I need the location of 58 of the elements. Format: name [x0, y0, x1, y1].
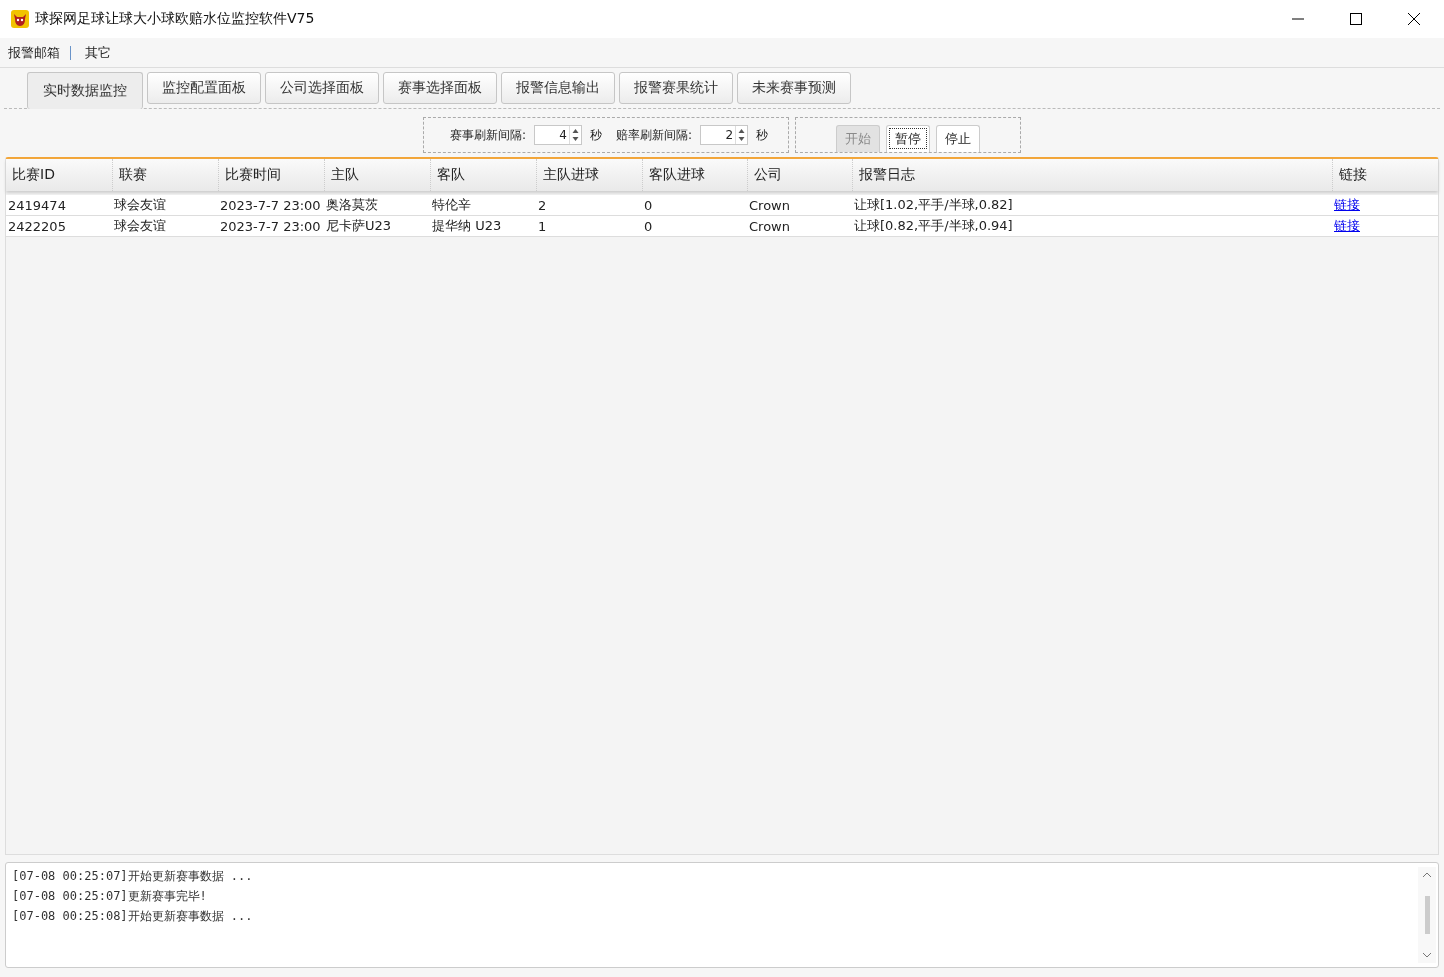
link[interactable]: 链接 [1332, 195, 1440, 215]
tab[interactable]: 实时数据监控 [27, 72, 143, 109]
column-header: 链接 [1332, 159, 1440, 191]
table-cell-text: 尼卡萨U23 [325, 217, 393, 235]
table-cell-text: 2023-7-7 23:00 [219, 196, 322, 215]
link[interactable]: 链接 [1332, 216, 1440, 236]
column-header: 客队 [430, 159, 536, 191]
column-header: 公司 [747, 159, 852, 191]
tab[interactable]: 报警信息输出 [501, 72, 615, 104]
table-cell-text: 2 [537, 196, 548, 215]
table-cell-text: 0 [643, 217, 654, 236]
table-cell-text: 让球[0.82,平手/半球,0.94] [853, 217, 1014, 235]
scrollbar[interactable] [1418, 867, 1436, 963]
table-cell-text: 特伦辛 [431, 196, 472, 214]
column-header: 比赛时间 [218, 159, 324, 191]
number-spinner[interactable]: 4 [534, 125, 582, 145]
tab[interactable]: 赛事选择面板 [383, 72, 497, 104]
table-cell-text: 1 [537, 217, 548, 236]
column-header: 比赛ID [11, 165, 56, 184]
interval-label: 赛事刷新间隔: [449, 126, 526, 144]
action-button[interactable]: 暂停 [886, 125, 931, 152]
column-header: 主队 [324, 159, 430, 191]
table-cell-text: 2419474 [7, 196, 67, 215]
log-line: [07-08 00:25:08]开始更新赛事数据 ... [12, 908, 254, 925]
tab[interactable]: 公司选择面板 [265, 72, 379, 104]
table-cell-text: Crown [748, 217, 791, 236]
table-cell-text: 让球[1.02,平手/半球,0.82] [853, 196, 1014, 214]
window-title: 球探网足球让球大小球欧赔水位监控软件V75 [35, 10, 315, 28]
table-cell-text: 0 [643, 196, 654, 215]
tab[interactable]: 监控配置面板 [147, 72, 261, 104]
action-button[interactable]: 停止 [936, 125, 981, 152]
tab[interactable]: 报警赛果统计 [619, 72, 733, 104]
menu-item[interactable]: 报警邮箱 [8, 43, 60, 62]
table-cell-text: Crown [748, 196, 791, 215]
column-header: 联赛 [112, 159, 218, 191]
scroll-down-icon[interactable] [1422, 951, 1432, 959]
table-cell-text: 提华纳 U23 [431, 217, 503, 235]
scrollbar-thumb[interactable] [1424, 896, 1430, 934]
scroll-up-icon[interactable] [1422, 871, 1432, 879]
column-header: 主队进球 [536, 159, 642, 191]
table-cell-text: 奥洛莫茨 [325, 196, 379, 214]
menu-item[interactable]: 其它 [85, 43, 111, 62]
log-line: [07-08 00:25:07]开始更新赛事数据 ... [12, 868, 254, 885]
log-line: [07-08 00:25:07]更新赛事完毕! [12, 888, 208, 905]
close-icon[interactable] [1408, 13, 1420, 25]
bull-logo-icon [11, 10, 29, 28]
table-cell-text: 球会友谊 [113, 217, 167, 235]
table-cell-text: 2023-7-7 23:00 [219, 217, 322, 236]
unit-label: 秒 [756, 126, 769, 144]
column-header: 客队进球 [642, 159, 747, 191]
maximize-icon[interactable] [1350, 13, 1362, 25]
tab[interactable]: 未来赛事预测 [737, 72, 851, 104]
unit-label: 秒 [590, 126, 602, 144]
table-cell-text: 球会友谊 [113, 196, 167, 214]
interval-label: 赔率刷新间隔: [616, 126, 693, 144]
number-spinner[interactable]: 2 [700, 125, 749, 145]
column-header: 报警日志 [852, 159, 1332, 191]
table-cell-text: 2422205 [7, 217, 67, 236]
